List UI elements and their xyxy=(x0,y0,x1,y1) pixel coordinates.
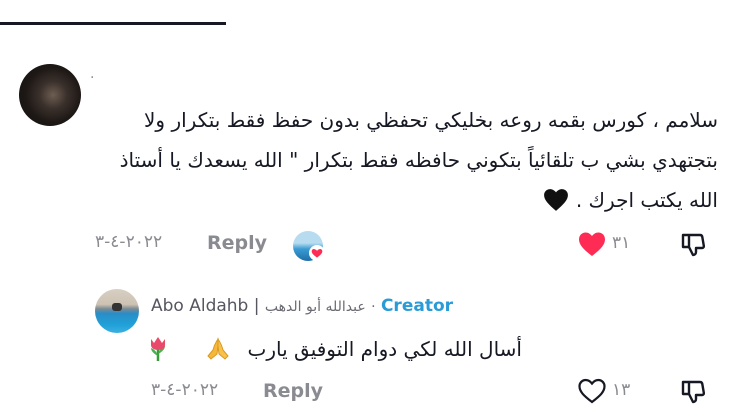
reply-author-name[interactable]: Abo Aldahb xyxy=(151,296,248,316)
top-divider xyxy=(0,22,226,25)
comment-date: ٢٠٢٢-٤-٣ xyxy=(95,232,163,252)
badge-dot: · xyxy=(371,299,376,315)
comment-body: سلامم ، كورس بقمه روعه بخليكي تحفظي بدون… xyxy=(119,108,718,212)
reply-text: أسال الله لكي دوام التوفيق يارب xyxy=(122,332,522,366)
folded-hands-icon xyxy=(207,337,229,360)
reply-body: أسال الله لكي دوام التوفيق يارب xyxy=(247,337,522,361)
creator-liked-heart-icon xyxy=(309,245,325,261)
comment-meta: ٢٠٢٢-٤-٣ xyxy=(95,232,162,262)
reply-date: ٢٠٢٢-٤-٣ xyxy=(151,380,219,400)
like-heart-icon[interactable] xyxy=(577,230,607,258)
black-heart-icon xyxy=(544,189,569,211)
reply-avatar[interactable] xyxy=(95,289,139,333)
dislike-icon[interactable] xyxy=(680,232,706,258)
name-separator: | xyxy=(253,296,260,316)
reply-like-count: ١٣ xyxy=(612,380,631,400)
creator-badge: Creator xyxy=(380,296,454,316)
avatar[interactable] xyxy=(19,64,81,126)
reply-like-heart-icon[interactable] xyxy=(577,377,607,405)
comment-username[interactable]: . xyxy=(90,66,130,82)
reply-dislike-icon[interactable] xyxy=(680,379,706,405)
reply-meta: ٢٠٢٢-٤-٣ xyxy=(151,380,218,410)
reply-author-arabic: عبدالله أبو الدهب xyxy=(264,299,366,315)
reply-reply-button-label: Reply xyxy=(263,380,324,402)
avatar-figure xyxy=(112,303,122,311)
reply-button-label: Reply xyxy=(207,232,268,254)
reply-reply-button[interactable]: Reply xyxy=(263,380,323,410)
tulip-icon xyxy=(150,337,165,361)
like-count: ٣١ xyxy=(612,233,631,253)
reply-author-row: Abo Aldahb | عبدالله أبو الدهب · Creator xyxy=(151,296,531,322)
reply-button[interactable]: Reply xyxy=(207,232,267,262)
comment-text: سلامم ، كورس بقمه روعه بخليكي تحفظي بدون… xyxy=(98,100,718,220)
